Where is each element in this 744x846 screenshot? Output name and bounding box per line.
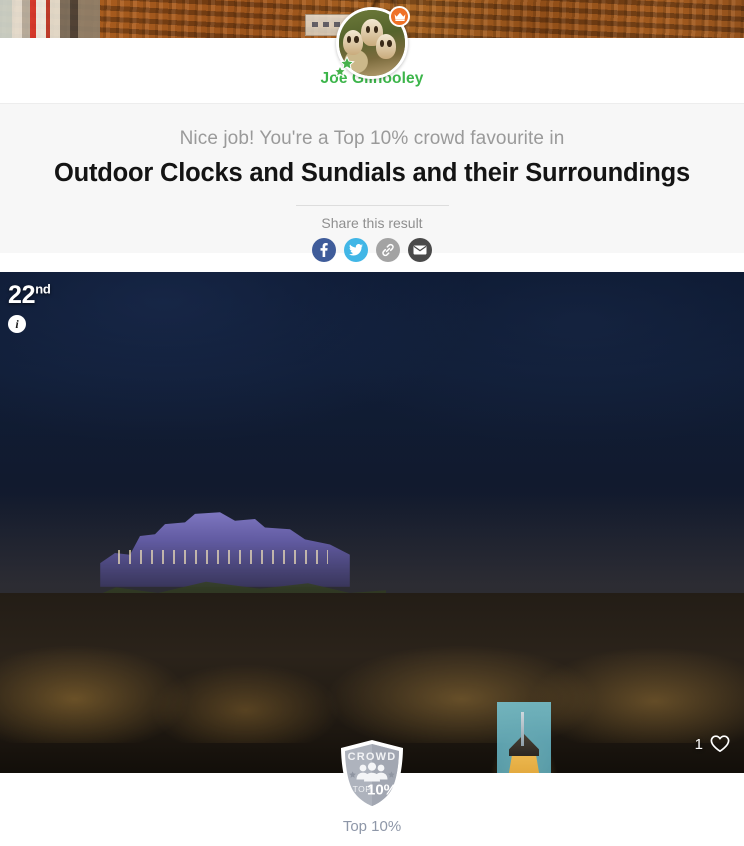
crowd-shield-icon: CROWD TOP 10% [341,740,403,810]
share-twitter-button[interactable] [344,238,368,262]
crown-icon [389,6,410,27]
rank-number: 22 [8,281,36,309]
share-copy-link-button[interactable] [376,238,400,262]
rank-badge: 22nd [8,281,51,310]
result-banner: Nice job! You're a Top 10% crowd favouri… [0,103,744,262]
share-label: Share this result [321,215,423,231]
share-email-button[interactable] [408,238,432,262]
page-title: Outdoor Clocks and Sundials and their Su… [53,159,691,187]
twitter-icon [349,244,363,256]
shield-crowd-text: CROWD [348,751,397,763]
owl-icon [342,29,363,55]
cover-left-detail [0,0,100,38]
info-icon[interactable]: i [8,315,26,333]
share-icon-list [0,238,744,262]
share-facebook-button[interactable] [312,238,336,262]
stars-icon [333,55,363,81]
shield-value-text: 10% [367,782,397,799]
owl-icon [375,33,396,59]
rank-suffix: nd [35,281,51,297]
tower-spire [521,712,524,746]
badge-caption: Top 10% [342,818,402,835]
facebook-icon [320,243,328,257]
city-glow [0,632,744,743]
top-10-percent-badge: CROWD TOP 10% [337,738,407,812]
result-photo[interactable]: 22nd i 1 [0,272,744,773]
link-icon [382,243,394,257]
like-counter[interactable]: 1 [695,735,730,753]
divider [295,205,449,206]
avatar[interactable] [333,6,410,81]
mail-icon [413,245,427,255]
castle-windows [118,550,328,564]
share-block: Share this result [0,205,744,262]
like-count: 1 [694,735,703,753]
banner-subtitle: Nice job! You're a Top 10% crowd favouri… [179,128,565,149]
heart-icon[interactable] [710,735,730,753]
